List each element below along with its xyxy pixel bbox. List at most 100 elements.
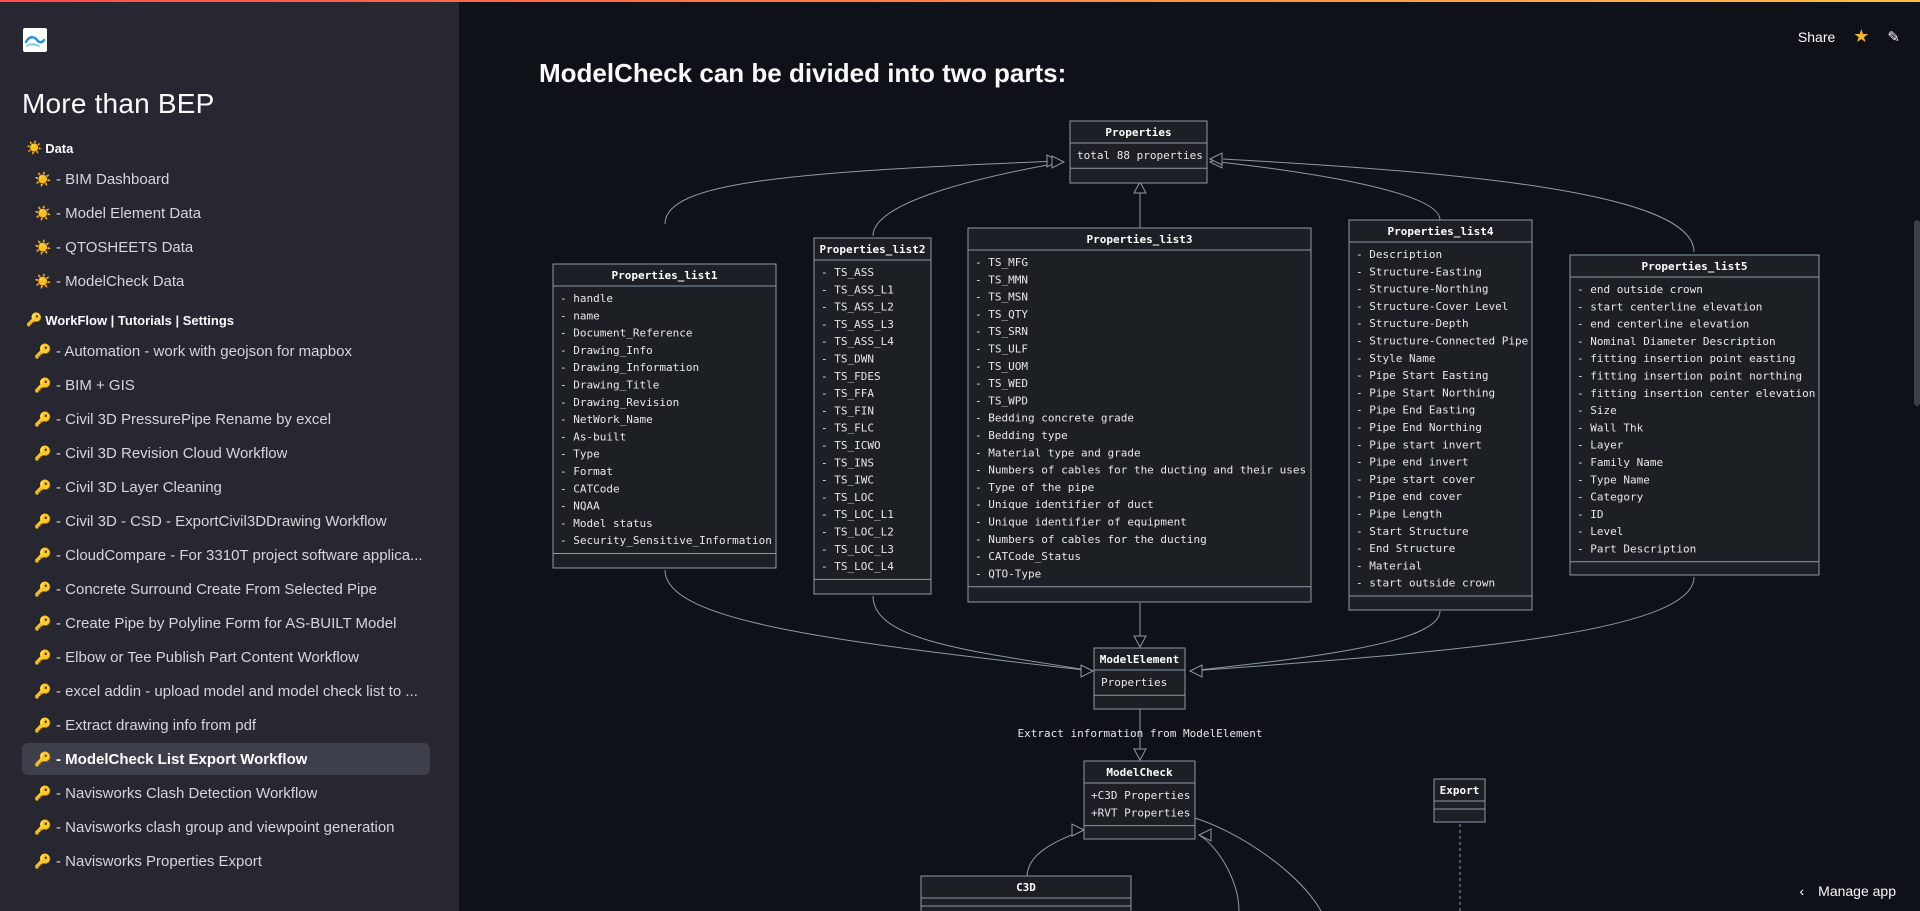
properties-list2-class-attribute: - TS_LOC_L1 xyxy=(821,508,894,521)
sidebar-item[interactable]: 🔑 - Concrete Surround Create From Selecte… xyxy=(22,573,430,605)
sidebar-item[interactable]: 🔑 - Extract drawing info from pdf xyxy=(22,709,430,741)
properties-list1-class-attribute: - Document_Reference xyxy=(560,327,692,340)
properties-list1-class-attribute: - Type xyxy=(560,448,600,461)
sidebar-item[interactable]: 🔑 - excel addin - upload model and model … xyxy=(22,675,430,707)
properties-list3-class-attribute: - TS_UOM xyxy=(975,360,1028,373)
properties-list2-class-attribute: - TS_INS xyxy=(821,456,874,469)
properties-list1-class-attribute: - Drawing_Revision xyxy=(560,396,679,409)
sidebar-item-label: - Create Pipe by Polyline Form for AS-BU… xyxy=(56,614,397,632)
properties-list4-class-attribute: - Structure-Northing xyxy=(1356,283,1488,296)
sun-emoji-icon: ☀️ xyxy=(34,238,52,255)
sidebar-item[interactable]: 🔑 - Elbow or Tee Publish Part Content Wor… xyxy=(22,641,430,673)
properties-list2-class-attribute: - TS_FFA xyxy=(821,387,874,400)
sidebar-item[interactable]: 🔑 - BIM + GIS xyxy=(22,369,430,401)
sidebar-item-label: - ModelCheck List Export Workflow xyxy=(56,750,308,768)
properties-list1-class-attribute: - Drawing_Info xyxy=(560,344,653,357)
modelelement-class-title: ModelElement xyxy=(1100,653,1179,666)
inherit-arrow-icon xyxy=(1071,823,1086,837)
modelcheck-class-attribute: +C3D Properties xyxy=(1091,789,1190,802)
sidebar-item[interactable]: 🔑 - Navisworks Properties Export xyxy=(22,845,430,877)
properties-list5-class-attribute: - Layer xyxy=(1577,439,1624,452)
sidebar-item[interactable]: 🔑 - Civil 3D Layer Cleaning xyxy=(22,471,430,503)
sidebar-item[interactable]: 🔑 - Navisworks Clash Detection Workflow xyxy=(22,777,430,809)
properties-list4-class-attribute: - Pipe Length xyxy=(1356,508,1442,521)
sidebar-item-label: - Civil 3D PressurePipe Rename by excel xyxy=(56,410,332,428)
properties-list3-class-attribute: - Material type and grade xyxy=(975,446,1141,459)
properties-list3-class-attribute: - Unique identifier of equipment xyxy=(975,516,1187,529)
key-emoji-icon: 🔑 xyxy=(34,648,52,665)
properties-list5-class-attribute: - Type Name xyxy=(1577,473,1650,486)
sidebar-item-label: - Navisworks Properties Export xyxy=(56,852,262,870)
edge-rvt-modelcheck xyxy=(1198,834,1240,911)
properties-list4-class-attribute: - Description xyxy=(1356,248,1442,261)
properties-list2-class-attribute: - TS_ASS_L3 xyxy=(821,318,894,331)
key-emoji-icon: 🔑 xyxy=(34,784,52,801)
properties-list5-class-attribute: - end outside crown xyxy=(1577,283,1703,296)
sidebar-item[interactable]: 🔑 - Civil 3D - CSD - ExportCivil3DDrawing… xyxy=(22,505,430,537)
properties-list1-class-attribute: - Drawing_Title xyxy=(560,379,659,392)
sidebar-section-header: 🔑 WorkFlow | Tutorials | Settings xyxy=(22,307,430,333)
key-emoji-icon: 🔑 xyxy=(34,342,52,359)
properties-list2-class-attribute: - TS_LOC xyxy=(821,491,874,504)
inherit-arrow-icon xyxy=(1080,664,1095,678)
sidebar-item[interactable]: 🔑 - ModelCheck List Export Workflow xyxy=(22,743,430,775)
manage-app-button[interactable]: ‹ Manage app xyxy=(1799,883,1896,899)
properties-list2-class-attribute: - TS_ASS xyxy=(821,266,874,279)
properties-list5-class-attribute: - start centerline elevation xyxy=(1577,300,1762,313)
properties-list1-class-attribute: - Security_Sensitive_Information xyxy=(560,534,772,547)
sidebar-item[interactable]: 🔑 - Civil 3D PressurePipe Rename by excel xyxy=(22,403,430,435)
properties-list3-class-attribute: - TS_WED xyxy=(975,377,1028,390)
sidebar-item[interactable]: ☀️ - ModelCheck Data xyxy=(22,265,430,297)
properties-list2-class-attribute: - TS_FLC xyxy=(821,422,874,435)
sidebar-item-label: - BIM Dashboard xyxy=(56,170,170,188)
sidebar-item-label: - Concrete Surround Create From Selected… xyxy=(56,580,377,598)
properties-list4-class-title: Properties_list4 xyxy=(1388,225,1494,238)
sidebar-item[interactable]: 🔑 - Create Pipe by Polyline Form for AS-B… xyxy=(22,607,430,639)
modelcheck-class-title: ModelCheck xyxy=(1106,766,1173,779)
sidebar-item[interactable]: 🔑 - Civil 3D Revision Cloud Workflow xyxy=(22,437,430,469)
properties-list3-class-attribute: - TS_SRN xyxy=(975,325,1028,338)
properties-list5-class-attribute: - Size xyxy=(1577,404,1617,417)
properties-list4-class-attribute: - Pipe Start Easting xyxy=(1356,369,1488,382)
properties-class-attribute: total 88 properties xyxy=(1077,149,1203,162)
key-emoji-icon: 🔑 xyxy=(34,750,52,767)
sidebar-item[interactable]: ☀️ - Model Element Data xyxy=(22,197,430,229)
inherit-arrow-icon xyxy=(1133,748,1147,762)
app-logo-icon[interactable] xyxy=(23,28,47,52)
key-emoji-icon: 🔑 xyxy=(26,312,43,327)
sidebar-item[interactable]: 🔑 - Navisworks clash group and viewpoint … xyxy=(22,811,430,843)
main-scrollbar[interactable] xyxy=(1914,220,1920,406)
properties-list5-class-attribute: - end centerline elevation xyxy=(1577,318,1749,331)
properties-list3-class-attribute: - Type of the pipe xyxy=(975,481,1094,494)
sidebar-item[interactable]: 🔑 - CloudCompare - For 3310T project soft… xyxy=(22,539,430,571)
sidebar-item-label: - QTOSHEETS Data xyxy=(56,238,194,256)
properties-list3-class-attribute: - TS_MMN xyxy=(975,273,1028,286)
inherit-arrow-icon xyxy=(1188,664,1203,678)
sidebar-item-label: - Navisworks clash group and viewpoint g… xyxy=(56,818,395,836)
edge-list4-properties xyxy=(1218,161,1441,221)
sidebar-item-label: - Automation - work with geojson for map… xyxy=(56,342,352,360)
sidebar-item-label: - CloudCompare - For 3310T project softw… xyxy=(56,546,423,564)
app-title: More than BEP xyxy=(22,88,215,119)
properties-list4-class-attribute: - Pipe start invert xyxy=(1356,438,1482,451)
sidebar-nav: ☀️ Data ☀️ - BIM Dashboard ☀️ - Model Element… xyxy=(22,135,430,879)
properties-list1-class-attribute: - As-built xyxy=(560,430,626,443)
sidebar-item[interactable]: 🔑 - Automation - work with geojson for ma… xyxy=(22,335,430,367)
edge-list2-properties xyxy=(872,161,1065,237)
sidebar-item[interactable]: ☀️ - QTOSHEETS Data xyxy=(22,231,430,263)
properties-list2-class-title: Properties_list2 xyxy=(820,243,926,256)
sidebar-item[interactable]: ☀️ - BIM Dashboard xyxy=(22,163,430,195)
properties-list5-class-attribute: - Category xyxy=(1577,491,1644,504)
properties-list5-class-attribute: - fitting insertion point northing xyxy=(1577,370,1802,383)
sidebar: More than BEP ☀️ Data ☀️ - BIM Dashboard ☀️ -… xyxy=(0,2,459,911)
key-emoji-icon: 🔑 xyxy=(34,852,52,869)
properties-class-title: Properties xyxy=(1105,126,1171,139)
key-emoji-icon: 🔑 xyxy=(34,614,52,631)
properties-list5-class-attribute: - Wall Thk xyxy=(1577,421,1644,434)
chevron-left-icon: ‹ xyxy=(1799,883,1805,899)
uml-class-diagram: Extract information from ModelElement Pro… xyxy=(552,120,1820,911)
sidebar-item-label: - ModelCheck Data xyxy=(56,272,185,290)
key-emoji-icon: 🔑 xyxy=(34,716,52,733)
properties-list3-class-attribute: - TS_QTY xyxy=(975,308,1028,321)
properties-list4-class-attribute: - Pipe Start Northing xyxy=(1356,386,1495,399)
